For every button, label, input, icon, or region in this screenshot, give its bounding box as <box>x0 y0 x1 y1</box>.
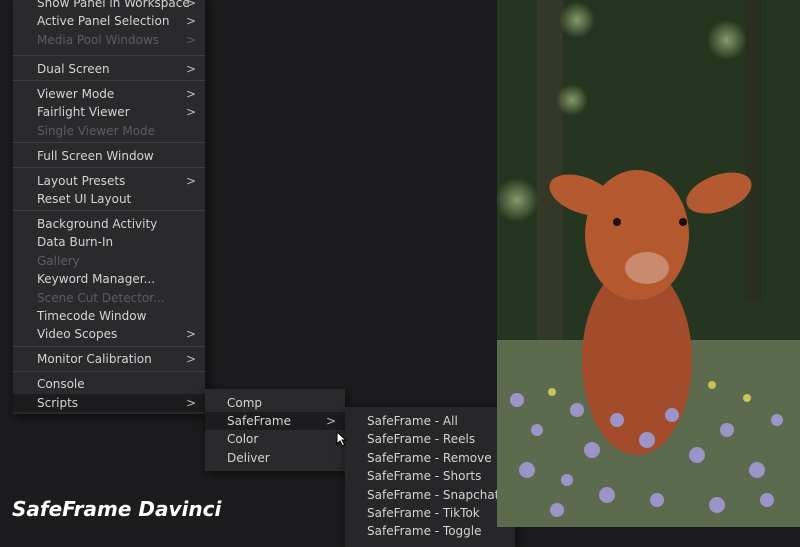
menu-item-gallery: Gallery <box>13 252 205 270</box>
menu-item-label: Keyword Manager... <box>37 272 156 286</box>
menu-item-data-burn-in[interactable]: Data Burn-In <box>13 233 205 251</box>
menu-item-label: SafeFrame - Remove <box>367 451 492 465</box>
menu-item-label: SafeFrame <box>227 414 291 428</box>
menu-item-label: Comp <box>227 396 263 410</box>
menu-item-single-viewer-mode: Single Viewer Mode <box>13 122 205 140</box>
menu-item-active-panel-selection[interactable]: Active Panel Selection > <box>13 12 205 30</box>
menu-item-label: Show Panel in Workspace <box>37 0 190 10</box>
workspace-menu: Show Panel in Workspace > Active Panel Se… <box>13 0 206 414</box>
menu-item-console[interactable]: Console <box>13 375 205 393</box>
submenu-item-safeframe-snapchat[interactable]: SafeFrame - Snapchat <box>345 486 515 504</box>
menu-item-label: Monitor Calibration <box>37 352 152 366</box>
submenu-item-safeframe-all[interactable]: SafeFrame - All <box>345 412 515 430</box>
menu-item-label: Single Viewer Mode <box>37 124 156 138</box>
menu-divider <box>13 371 205 372</box>
menu-item-label: Background Activity <box>37 217 158 231</box>
submenu-item-safeframe-toggle[interactable]: SafeFrame - Toggle <box>345 522 515 540</box>
caption-title: SafeFrame Davinci <box>12 497 222 521</box>
menu-item-label: Scripts <box>37 396 79 410</box>
menu-item-label: Media Pool Windows <box>37 33 160 47</box>
submenu-item-deliver[interactable]: Deliver <box>205 449 345 467</box>
chevron-right-icon: > <box>185 105 196 119</box>
menu-item-monitor-calibration[interactable]: Monitor Calibration > <box>13 350 205 368</box>
menu-divider <box>13 55 205 56</box>
chevron-right-icon: > <box>185 174 196 188</box>
menu-item-timecode-window[interactable]: Timecode Window <box>13 307 205 325</box>
menu-item-label: Data Burn-In <box>37 235 114 249</box>
menu-item-label: SafeFrame - All <box>367 414 458 428</box>
menu-item-label: Active Panel Selection <box>37 14 170 28</box>
menu-item-label: Color <box>227 432 259 446</box>
menu-item-label: Reset UI Layout <box>37 192 132 206</box>
menu-item-label: SafeFrame - TikTok <box>367 506 480 520</box>
menu-item-label: SafeFrame - Toggle <box>367 524 482 538</box>
submenu-item-safeframe-remove[interactable]: SafeFrame - Remove <box>345 449 515 467</box>
chevron-right-icon: > <box>185 352 196 366</box>
submenu-item-color[interactable]: Color <box>205 430 345 448</box>
menu-item-label: Console <box>37 377 85 391</box>
menu-item-video-scopes[interactable]: Video Scopes > <box>13 325 205 343</box>
menu-item-layout-presets[interactable]: Layout Presets > <box>13 172 205 190</box>
submenu-item-comp[interactable]: Comp <box>205 394 345 412</box>
submenu-item-safeframe-reels[interactable]: SafeFrame - Reels <box>345 430 515 448</box>
menu-item-label: Layout Presets <box>37 174 126 188</box>
menu-item-fairlight-viewer[interactable]: Fairlight Viewer > <box>13 103 205 121</box>
chevron-right-icon: > <box>185 0 196 10</box>
viewer-photo <box>497 0 800 527</box>
menu-item-label: Dual Screen <box>37 62 110 76</box>
scripts-submenu: Comp SafeFrame > Color Deliver <box>205 389 345 471</box>
menu-item-scripts[interactable]: Scripts > <box>13 394 205 412</box>
menu-item-label: Deliver <box>227 451 270 465</box>
chevron-right-icon: > <box>185 14 196 28</box>
menu-item-label: Scene Cut Detector... <box>37 291 165 305</box>
menu-item-keyword-manager[interactable]: Keyword Manager... <box>13 270 205 288</box>
menu-item-label: Gallery <box>37 254 80 268</box>
chevron-right-icon: > <box>185 62 196 76</box>
menu-item-label: Timecode Window <box>37 309 147 323</box>
menu-item-dual-screen[interactable]: Dual Screen > <box>13 60 205 78</box>
menu-divider <box>13 80 205 81</box>
menu-divider <box>13 142 205 143</box>
menu-item-label: Video Scopes <box>37 327 118 341</box>
chevron-right-icon: > <box>185 87 196 101</box>
menu-item-reset-ui-layout[interactable]: Reset UI Layout <box>13 190 205 208</box>
menu-item-label: SafeFrame - Reels <box>367 432 476 446</box>
chevron-right-icon: > <box>185 33 196 47</box>
calf-photo-image <box>497 0 800 527</box>
menu-item-background-activity[interactable]: Background Activity <box>13 215 205 233</box>
safeframe-submenu: SafeFrame - All SafeFrame - Reels SafeFr… <box>345 407 515 547</box>
submenu-item-safeframe-shorts[interactable]: SafeFrame - Shorts <box>345 467 515 485</box>
menu-item-show-panel-in-workspace[interactable]: Show Panel in Workspace > <box>13 0 205 12</box>
menu-item-full-screen-window[interactable]: Full Screen Window <box>13 147 205 165</box>
chevron-right-icon: > <box>185 327 196 341</box>
submenu-item-safeframe-tiktok[interactable]: SafeFrame - TikTok <box>345 504 515 522</box>
mouse-pointer-icon <box>336 430 348 451</box>
menu-item-label: SafeFrame - Shorts <box>367 469 482 483</box>
chevron-right-icon: > <box>325 414 336 428</box>
menu-divider <box>13 346 205 347</box>
menu-item-scene-cut-detector: Scene Cut Detector... <box>13 289 205 307</box>
menu-item-media-pool-windows: Media Pool Windows > <box>13 31 205 49</box>
menu-divider <box>13 167 205 168</box>
menu-divider <box>13 210 205 211</box>
menu-item-label: SafeFrame - Snapchat <box>367 488 500 502</box>
menu-item-label: Full Screen Window <box>37 149 154 163</box>
submenu-item-safeframe[interactable]: SafeFrame > <box>205 412 345 430</box>
menu-item-label: Viewer Mode <box>37 87 115 101</box>
menu-item-label: Fairlight Viewer <box>37 105 130 119</box>
chevron-right-icon: > <box>185 396 196 410</box>
menu-item-viewer-mode[interactable]: Viewer Mode > <box>13 85 205 103</box>
